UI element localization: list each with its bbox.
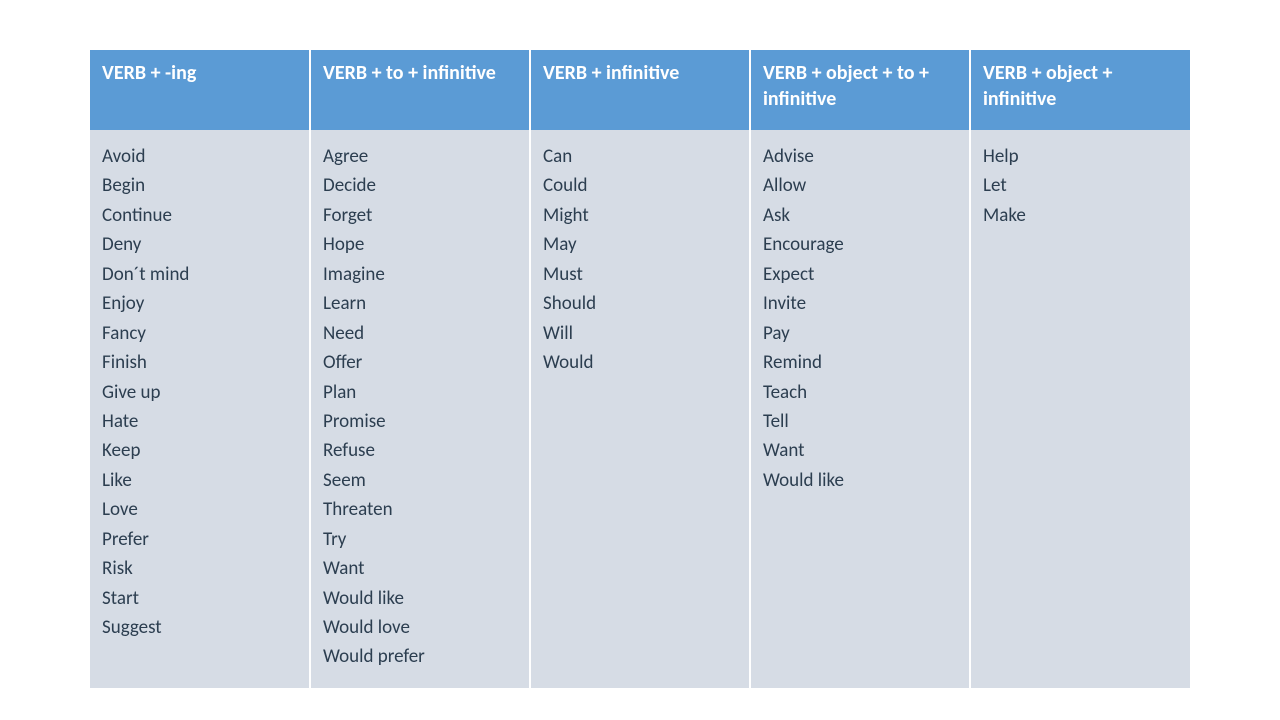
word-item: would [543, 348, 737, 377]
word-item: encourage [763, 230, 957, 259]
word-item: start [102, 584, 297, 613]
body-row: avoidbegincontinuedenydon´t mindenjoyfan… [90, 130, 1190, 688]
word-item: give up [102, 378, 297, 407]
word-item: make [983, 201, 1178, 230]
col-header-3: VERB + object + to + infinitive [750, 50, 970, 130]
header-row: VERB + -ing VERB + to + infinitive VERB … [90, 50, 1190, 130]
word-item: decide [323, 171, 517, 200]
word-item: may [543, 230, 737, 259]
word-item: pay [763, 319, 957, 348]
word-item: might [543, 201, 737, 230]
word-item: teach [763, 378, 957, 407]
word-item: like [102, 466, 297, 495]
word-item: need [323, 319, 517, 348]
word-item: avoid [102, 142, 297, 171]
word-item: finish [102, 348, 297, 377]
word-item: continue [102, 201, 297, 230]
word-item: deny [102, 230, 297, 259]
word-item: could [543, 171, 737, 200]
word-item: expect [763, 260, 957, 289]
verb-patterns-table: VERB + -ing VERB + to + infinitive VERB … [90, 50, 1190, 688]
word-item: seem [323, 466, 517, 495]
word-item: prefer [102, 525, 297, 554]
col-header-0: VERB + -ing [90, 50, 310, 130]
cell-3: adviseallowaskencourageexpectinvitepayre… [750, 130, 970, 688]
word-item: risk [102, 554, 297, 583]
word-item: don´t mind [102, 260, 297, 289]
word-item: ask [763, 201, 957, 230]
word-item: learn [323, 289, 517, 318]
col-header-4: VERB + object + infinitive [970, 50, 1190, 130]
word-item: try [323, 525, 517, 554]
word-item: will [543, 319, 737, 348]
word-item: begin [102, 171, 297, 200]
word-item: should [543, 289, 737, 318]
word-item: would like [763, 466, 957, 495]
word-item: would love [323, 613, 517, 642]
word-item: want [323, 554, 517, 583]
col-header-2: VERB + infinitive [530, 50, 750, 130]
word-item: enjoy [102, 289, 297, 318]
col-header-1: VERB + to + infinitive [310, 50, 530, 130]
word-item: help [983, 142, 1178, 171]
word-item: suggest [102, 613, 297, 642]
word-item: threaten [323, 495, 517, 524]
cell-1: agreedecideforgethopeimaginelearnneedoff… [310, 130, 530, 688]
word-item: would prefer [323, 642, 517, 671]
word-item: can [543, 142, 737, 171]
word-item: let [983, 171, 1178, 200]
cell-2: cancouldmightmaymustshouldwillwould [530, 130, 750, 688]
word-item: forget [323, 201, 517, 230]
word-item: would like [323, 584, 517, 613]
word-item: offer [323, 348, 517, 377]
cell-4: helpletmake [970, 130, 1190, 688]
word-item: refuse [323, 436, 517, 465]
word-item: agree [323, 142, 517, 171]
word-item: allow [763, 171, 957, 200]
word-item: keep [102, 436, 297, 465]
word-item: love [102, 495, 297, 524]
word-item: promise [323, 407, 517, 436]
word-item: fancy [102, 319, 297, 348]
word-item: tell [763, 407, 957, 436]
word-item: invite [763, 289, 957, 318]
word-item: remind [763, 348, 957, 377]
word-item: must [543, 260, 737, 289]
word-item: hate [102, 407, 297, 436]
word-item: hope [323, 230, 517, 259]
word-item: advise [763, 142, 957, 171]
cell-0: avoidbegincontinuedenydon´t mindenjoyfan… [90, 130, 310, 688]
word-item: want [763, 436, 957, 465]
word-item: imagine [323, 260, 517, 289]
word-item: plan [323, 378, 517, 407]
